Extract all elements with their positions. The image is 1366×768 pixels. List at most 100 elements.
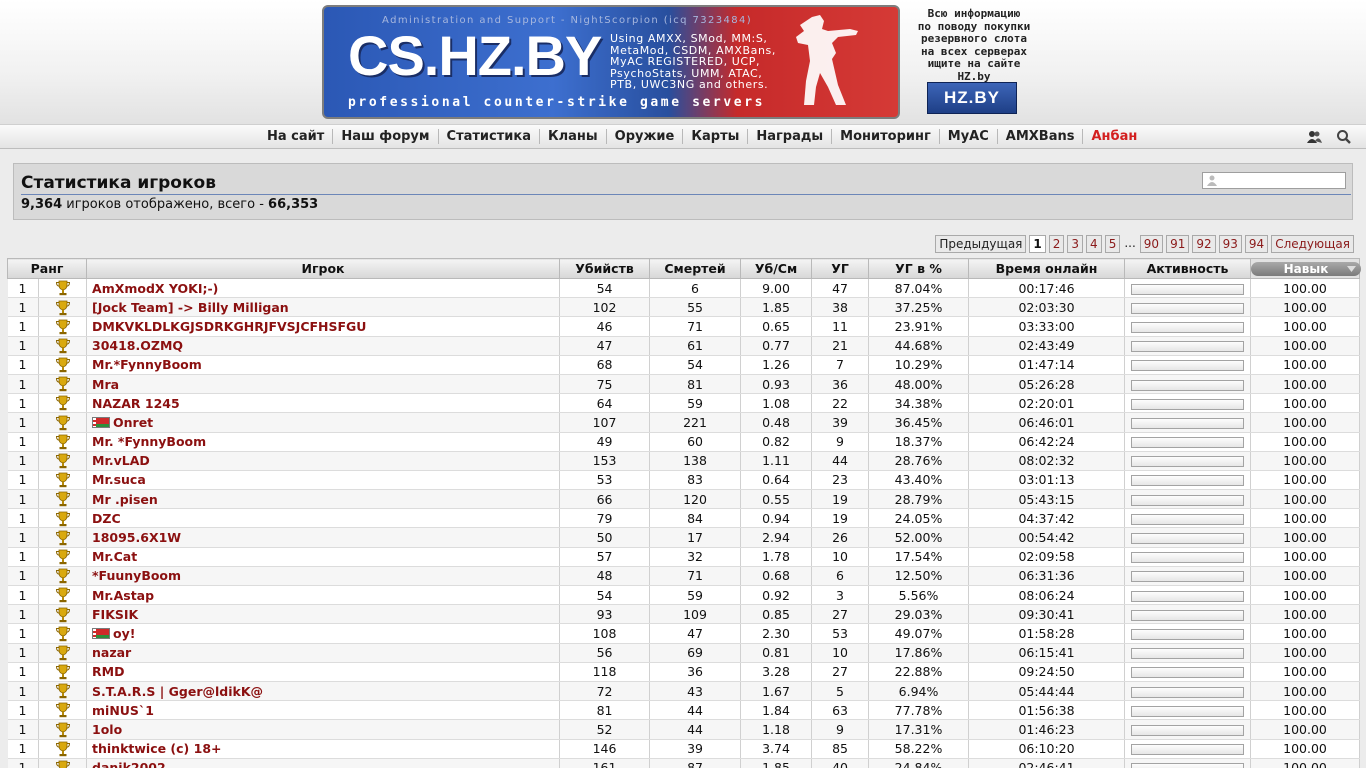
table-row[interactable]: 1 danik2002 161 87 1.85 40 24.84% 02:46:41 100.0…: [7, 758, 1361, 768]
deaths-cell: 61: [649, 336, 742, 356]
nav-item-myac[interactable]: MyAC: [940, 129, 998, 144]
player-name-link[interactable]: [Jock Team] -> Billy Milligan: [86, 297, 561, 318]
player-name-link[interactable]: RMD: [86, 662, 561, 682]
table-row[interactable]: 1 Mr.suca 53 83 0.64 23 43.40% 03:01:13 100.00: [7, 470, 1361, 491]
table-row[interactable]: 1 thinktwice (c) 18+ 146 39 3.74 85 58.22% 06:1…: [7, 739, 1361, 759]
player-name-link[interactable]: NAZAR 1245: [86, 393, 561, 414]
table-row[interactable]: 1 NAZAR 1245 64 59 1.08 22 34.38% 02:20:01 100.0…: [7, 393, 1361, 414]
pager-page[interactable]: 93: [1218, 235, 1242, 253]
player-name-link[interactable]: Mr.Cat: [86, 547, 561, 567]
player-name-link[interactable]: DMKVKLDLKGJSDRKGHRJFVSJCFHSFGU: [86, 316, 561, 337]
table-row[interactable]: 1 18095.6X1W 50 17 2.94 26 52.00% 00:54:42 100.0…: [7, 527, 1361, 548]
player-name: DMKVKLDLKGJSDRKGHRJFVSJCFHSFGU: [92, 318, 367, 334]
player-name-link[interactable]: AmXmodX YOKI;-): [86, 278, 561, 299]
table-row[interactable]: 1 Mr .pisen 66 120 0.55 19 28.79% 05:43:15 100.0…: [7, 489, 1361, 510]
player-name-link[interactable]: Onret: [86, 412, 561, 433]
table-row[interactable]: 1 Mr.vLAD 153 138 1.11 44 28.76% 08:02:32 100.00: [7, 451, 1361, 471]
player-name-link[interactable]: Mr.suca: [86, 470, 561, 491]
table-row[interactable]: 1 miNUS`1 81 44 1.84 63 77.78% 01:56:38 100.00: [7, 700, 1361, 721]
trophy-icon: [55, 683, 70, 699]
col-kd[interactable]: Уб/См: [740, 258, 813, 279]
pager-page[interactable]: 4: [1086, 235, 1102, 253]
pager-next[interactable]: Следующая: [1271, 235, 1354, 253]
nav-item-unban[interactable]: Анбан: [1083, 129, 1145, 144]
site-banner[interactable]: Administration and Support - NightScorpi…: [322, 5, 900, 119]
table-row[interactable]: 1 1olo 52 44 1.18 9 17.31% 01:46:23 100.00: [7, 719, 1361, 740]
pager-current[interactable]: 1: [1029, 235, 1046, 253]
pager-page[interactable]: 5: [1104, 235, 1121, 253]
nav-item-monitoring[interactable]: Мониторинг: [832, 129, 940, 144]
player-name-link[interactable]: 1olo: [86, 719, 561, 740]
col-hs[interactable]: УГ: [811, 258, 870, 279]
users-icon[interactable]: [1306, 129, 1322, 145]
table-row[interactable]: 1 Mr. *FynnyBoom 49 60 0.82 9 18.37% 06:42:24 10…: [7, 432, 1361, 452]
nav-item-amxbans[interactable]: AMXBans: [998, 129, 1084, 144]
search-icon[interactable]: [1336, 129, 1352, 145]
player-name-link[interactable]: S.T.A.R.S | Gger@ldikK@: [86, 681, 561, 702]
nav-item-forum[interactable]: Наш форум: [333, 129, 439, 144]
pager-page[interactable]: 91: [1166, 235, 1190, 253]
col-online-time[interactable]: Время онлайн: [968, 258, 1126, 279]
player-name-link[interactable]: FIKSIK: [86, 604, 561, 625]
nav-item-site[interactable]: На сайт: [259, 129, 334, 144]
player-name-link[interactable]: danik2002: [86, 758, 561, 768]
online-time-cell: 09:30:41: [968, 604, 1126, 625]
nav-item-clans[interactable]: Кланы: [540, 129, 607, 144]
table-row[interactable]: 1 FIKSIK 93 109 0.85 27 29.03% 09:30:41 100.00: [7, 604, 1361, 625]
col-activity[interactable]: Активность: [1124, 258, 1252, 279]
trophy-icon: [55, 357, 70, 373]
player-name-link[interactable]: 30418.OZMQ: [86, 336, 561, 356]
player-name-link[interactable]: DZC: [86, 508, 561, 529]
deaths-cell: 59: [649, 585, 742, 606]
player-name-link[interactable]: oy!: [86, 623, 561, 644]
pager-page[interactable]: 92: [1192, 235, 1216, 253]
pager-page[interactable]: 3: [1067, 235, 1084, 253]
hs-cell: 6: [811, 566, 870, 587]
player-search-input[interactable]: [1202, 172, 1346, 189]
nav-item-stats[interactable]: Статистика: [439, 129, 540, 144]
player-name-link[interactable]: miNUS`1: [86, 700, 561, 721]
nav-item-maps[interactable]: Карты: [683, 129, 749, 144]
table-row[interactable]: 1 Onret 107 221 0.48 39 36.45% 06:46:01 100.00: [7, 412, 1361, 433]
trophy-icon: [55, 568, 70, 584]
col-skill[interactable]: Навык: [1250, 258, 1362, 279]
hz-by-button[interactable]: HZ.BY: [927, 82, 1017, 114]
hs-percent-cell: 49.07%: [868, 623, 970, 644]
table-row[interactable]: 1 DZC 79 84 0.94 19 24.05% 04:37:42 100.00: [7, 508, 1361, 529]
col-kills[interactable]: Убийств: [559, 258, 651, 279]
pager-page[interactable]: 2: [1048, 235, 1065, 253]
pager-prev[interactable]: Предыдущая: [935, 235, 1027, 253]
player-name-link[interactable]: Mr. *FynnyBoom: [86, 432, 561, 452]
table-row[interactable]: 1 30418.OZMQ 47 61 0.77 21 44.68% 02:43:49 100.0…: [7, 336, 1361, 356]
player-name-link[interactable]: thinktwice (c) 18+: [86, 739, 561, 759]
nav-item-weapons[interactable]: Оружие: [607, 129, 684, 144]
player-name-link[interactable]: *FuunyBoom: [86, 566, 561, 587]
player-name-link[interactable]: Mr .pisen: [86, 489, 561, 510]
table-row[interactable]: 1 Mr.Astap 54 59 0.92 3 5.56% 08:06:24 100.00: [7, 585, 1361, 606]
table-row[interactable]: 1 nazar 56 69 0.81 10 17.86% 06:15:41 100.00: [7, 643, 1361, 663]
table-row[interactable]: 1 DMKVKLDLKGJSDRKGHRJFVSJCFHSFGU 46 71 0.65 1…: [7, 316, 1361, 337]
pager-page[interactable]: 94: [1244, 235, 1269, 253]
col-hs-percent[interactable]: УГ в %: [868, 258, 970, 279]
table-row[interactable]: 1 RMD 118 36 3.28 27 22.88% 09:24:50 100.00: [7, 662, 1361, 682]
col-player[interactable]: Игрок: [86, 258, 561, 279]
hs-percent-cell: 37.25%: [868, 297, 970, 318]
player-name-link[interactable]: Mr.*FynnyBoom: [86, 355, 561, 375]
pager-page[interactable]: 90: [1139, 235, 1164, 253]
table-row[interactable]: 1 *FuunyBoom 48 71 0.68 6 12.50% 06:31:36 100.00: [7, 566, 1361, 587]
player-name-link[interactable]: nazar: [86, 643, 561, 663]
col-rank[interactable]: Ранг: [6, 258, 88, 279]
table-row[interactable]: 1 Mr.Cat 57 32 1.78 10 17.54% 02:09:58 100.00: [7, 547, 1361, 567]
table-row[interactable]: 1 Mra 75 81 0.93 36 48.00% 05:26:28 100.00: [7, 374, 1361, 395]
nav-item-awards[interactable]: Награды: [748, 129, 833, 144]
table-row[interactable]: 1 [Jock Team] -> Billy Milligan 102 55 1.85 3…: [7, 297, 1361, 318]
player-name-link[interactable]: Mr.Astap: [86, 585, 561, 606]
table-row[interactable]: 1 S.T.A.R.S | Gger@ldikK@ 72 43 1.67 5 6.94% 05…: [7, 681, 1361, 702]
table-row[interactable]: 1 Mr.*FynnyBoom 68 54 1.26 7 10.29% 01:47:14 100…: [7, 355, 1361, 375]
table-row[interactable]: 1 oy! 108 47 2.30 53 49.07% 01:58:28 100.00: [7, 623, 1361, 644]
player-name-link[interactable]: 18095.6X1W: [86, 527, 561, 548]
table-row[interactable]: 1 AmXmodX YOKI;-) 54 6 9.00 47 87.04% 00:17:46 1…: [7, 278, 1361, 299]
player-name-link[interactable]: Mra: [86, 374, 561, 395]
col-deaths[interactable]: Смертей: [649, 258, 742, 279]
player-name-link[interactable]: Mr.vLAD: [86, 451, 561, 471]
